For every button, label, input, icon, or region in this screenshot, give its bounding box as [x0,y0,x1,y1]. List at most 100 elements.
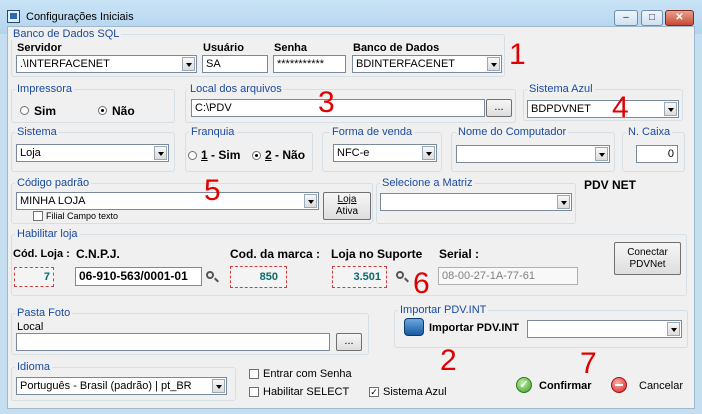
loja-ativa-line1: Loja [337,194,357,205]
sistema-azul-combo[interactable]: BDPDVNET [527,100,679,118]
loja-ativa-button[interactable]: Loja Ativa [323,192,371,220]
cnpj-input[interactable]: 06-910-563/0001-01 [75,267,202,286]
forma-venda-title: Forma de venda [330,126,415,138]
cnpj-label: C.N.P.J. [76,247,120,261]
conectar-line1: Conectar [627,247,668,258]
cod-marca-label: Cod. da marca : [230,247,321,261]
n-caixa-title: N. Caixa [626,126,673,138]
close-button[interactable]: ✕ [665,10,694,26]
conectar-pdvnet-button[interactable]: Conectar PDVNet [614,242,681,275]
impressora-sim-radio[interactable] [20,106,29,115]
annotation-2: 2 [440,344,457,377]
annotation-5: 5 [204,174,221,207]
sistema-title: Sistema [15,126,59,138]
habilitar-select-label: Habilitar SELECT [263,386,350,398]
codigo-padrao-combo[interactable]: MINHA LOJA [16,192,319,210]
local-arquivos-browse-button[interactable]: ... [486,99,512,117]
sistema-azul-checkbox[interactable]: ✓ [369,387,379,397]
cod-loja-label: Cód. Loja : [13,248,70,260]
chevron-down-icon[interactable] [154,146,167,160]
banco-combo[interactable]: BDINTERFACENET [352,55,502,73]
cod-marca-field: 850 [230,266,287,288]
serial-input: 08-00-27-1A-77-61 [438,267,578,285]
conectar-line2: PDVNet [629,259,666,270]
sistema-combo[interactable]: Loja [16,144,169,162]
check-icon[interactable]: ✓ [516,377,532,393]
local-arquivos-title: Local dos arquivos [188,83,284,95]
nome-computador-combo[interactable] [456,145,610,163]
chevron-down-icon[interactable] [557,195,570,209]
search-icon[interactable] [396,271,404,279]
local-arquivos-input[interactable]: C:\PDV [191,99,485,117]
import-icon[interactable] [404,318,424,336]
search-icon[interactable] [206,271,214,279]
pasta-foto-title: Pasta Foto [15,307,73,319]
nome-computador-title: Nome do Computador [456,126,569,138]
annotation-4: 4 [612,91,629,124]
pasta-foto-local-label: Local [17,321,44,333]
loja-suporte-label: Loja no Suporte [331,247,423,261]
chevron-down-icon[interactable] [667,322,680,336]
chevron-down-icon[interactable] [664,102,677,116]
cancel-icon[interactable] [611,377,627,393]
importar-title: Importar PDV.INT [398,304,489,316]
codigo-padrao-value: MINHA LOJA [20,195,86,207]
annotation-1: 1 [509,38,526,71]
cancelar-button[interactable]: Cancelar [639,380,683,392]
maximize-button[interactable]: □ [641,10,663,26]
minimize-button[interactable]: – [614,10,638,26]
pasta-foto-browse-button[interactable]: ... [336,333,362,351]
franquia-nao-radio[interactable] [252,151,261,160]
sistema-azul-title: Sistema Azul [527,83,595,95]
pdv-net-label: PDV NET [584,178,637,192]
franquia-sim-radio[interactable] [188,151,197,160]
franquia-title: Franquia [189,126,237,138]
habilitar-select-checkbox[interactable] [249,387,259,397]
app-icon [7,10,20,23]
chevron-down-icon[interactable] [595,147,608,161]
matriz-title: Selecione a Matriz [380,177,475,189]
serial-label: Serial : [439,247,480,261]
annotation-6: 6 [413,267,430,300]
importar-button-label[interactable]: Importar PDV.INT [429,322,519,334]
servidor-combo[interactable]: .\INTERFACENET [16,55,197,73]
franquia-sim-label: - Sim [207,148,241,162]
senha-input[interactable]: *********** [273,55,346,73]
banco-value: BDINTERFACENET [356,58,456,70]
pasta-foto-input[interactable] [16,333,330,351]
idioma-title: Idioma [15,361,53,373]
importar-combo[interactable] [527,320,682,338]
annotation-3: 3 [318,86,335,119]
impressora-nao-radio[interactable] [98,106,107,115]
sistema-azul-value: BDPDVNET [531,103,591,115]
usuario-label: Usuário [203,42,244,54]
matriz-combo[interactable] [380,193,572,211]
n-caixa-input[interactable]: 0 [636,145,678,163]
forma-venda-combo[interactable]: NFC-e [333,144,437,162]
chevron-down-icon[interactable] [422,146,435,160]
entrar-senha-checkbox[interactable] [249,369,259,379]
impressora-title: Impressora [15,83,75,95]
cod-loja-field: 7 [14,267,54,287]
window-title: Configurações Iniciais [26,11,134,23]
franquia-nao-key: 2 [265,148,272,162]
forma-venda-value: NFC-e [337,147,370,159]
usuario-input[interactable]: SA [202,55,268,73]
banco-label: Banco de Dados [353,42,440,54]
chevron-down-icon[interactable] [304,194,317,208]
habilitar-loja-title: Habilitar loja [15,228,80,240]
servidor-value: .\INTERFACENET [20,58,110,70]
servidor-label: Servidor [17,42,62,54]
chevron-down-icon[interactable] [487,57,500,71]
codigo-padrao-title: Código padrão [15,177,92,189]
filial-campo-texto-checkbox[interactable] [33,211,43,221]
idioma-combo[interactable]: Português - Brasil (padrão) | pt_BR [16,377,227,395]
chevron-down-icon[interactable] [182,57,195,71]
impressora-sim-label: Sim [34,104,57,118]
loja-suporte-field: 3.501 [332,266,387,288]
annotation-7: 7 [580,347,597,380]
sistema-value: Loja [20,147,41,159]
filial-campo-texto-label: Filial Campo texto [46,211,119,221]
confirmar-button[interactable]: Confirmar [539,380,592,392]
chevron-down-icon[interactable] [212,379,225,393]
